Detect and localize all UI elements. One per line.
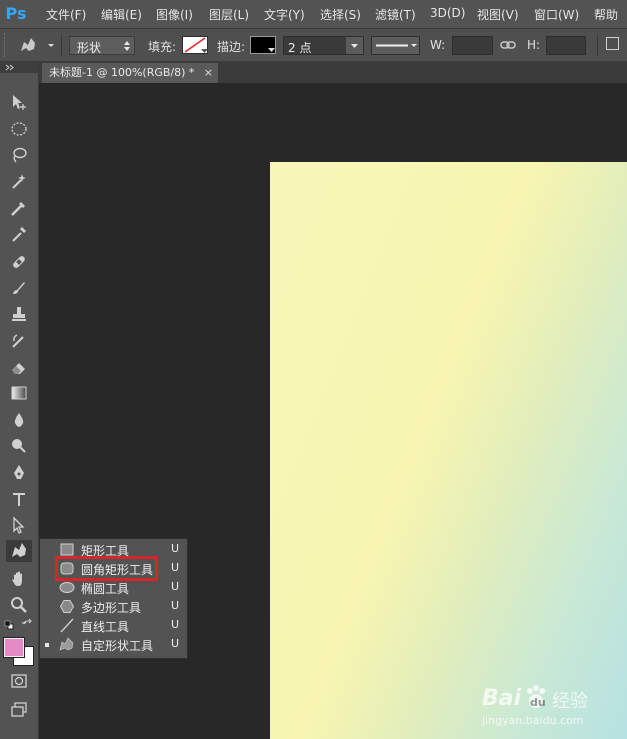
- healing-brush-tool-icon[interactable]: [6, 251, 32, 273]
- photoshop-logo: Ps: [5, 4, 27, 23]
- eraser-tool-icon[interactable]: [6, 356, 32, 378]
- flyout-item-label: 椭圆工具: [81, 582, 130, 596]
- custom-shape-icon: [21, 38, 54, 51]
- menu-image[interactable]: 图像(I): [156, 6, 193, 23]
- flyout-item-shortcut: U: [171, 599, 180, 612]
- menu-type[interactable]: 文字(Y): [264, 6, 305, 23]
- hand-tool-icon[interactable]: [6, 568, 32, 590]
- watermark-brand: Bai: [482, 686, 522, 711]
- menu-edit[interactable]: 编辑(E): [101, 6, 142, 23]
- watermark-paw-text: du: [530, 696, 546, 709]
- tools-panel: [0, 62, 39, 739]
- updown-arrows-icon: [124, 41, 130, 51]
- document-tab-bar: 未标题-1 @ 100%(RGB/8) * ×: [39, 62, 627, 83]
- divider: [61, 34, 62, 56]
- move-tool-icon[interactable]: [6, 91, 32, 113]
- flyout-item-shortcut: U: [171, 561, 180, 574]
- fill-swatch[interactable]: [182, 36, 208, 54]
- default-colors-icon[interactable]: [4, 619, 14, 630]
- path-selection-tool-icon[interactable]: [6, 514, 32, 536]
- polygon-icon: [59, 600, 75, 613]
- blur-tool-icon[interactable]: [6, 409, 32, 431]
- eyedropper-tool-icon[interactable]: [6, 223, 32, 245]
- path-operations-icon[interactable]: [606, 37, 619, 50]
- flyout-item-shortcut: U: [171, 637, 180, 650]
- menu-bar: Ps 文件(F) 编辑(E) 图像(I) 图层(L) 文字(Y) 选择(S) 滤…: [0, 0, 627, 29]
- gradient-tool-icon[interactable]: [6, 382, 32, 404]
- watermark-jingyan: 经验: [552, 691, 588, 712]
- options-bar: 形状 填充: 描边: 2 点 W: H:: [0, 29, 627, 62]
- stroke-line-icon: [376, 44, 417, 47]
- chevron-down-icon: [268, 48, 275, 52]
- width-label: W:: [430, 38, 446, 52]
- screen-mode-icon[interactable]: [6, 698, 32, 720]
- magic-wand-tool-icon[interactable]: [6, 170, 32, 192]
- menu-file[interactable]: 文件(F): [46, 6, 86, 23]
- document-tab-title: 未标题-1 @ 100%(RGB/8) *: [49, 66, 195, 79]
- chevron-down-icon: [351, 44, 358, 48]
- height-field[interactable]: [546, 36, 586, 55]
- quick-mask-icon[interactable]: [6, 670, 32, 692]
- document-tab[interactable]: 未标题-1 @ 100%(RGB/8) * ×: [42, 63, 218, 83]
- tools-panel-header[interactable]: [0, 62, 38, 73]
- stroke-width-value: 2 点: [288, 41, 312, 55]
- lasso-tool-icon[interactable]: [6, 144, 32, 166]
- height-label: H:: [527, 38, 541, 52]
- mode-select-value: 形状: [77, 41, 102, 55]
- flyout-item-custom-shape-tool[interactable]: 自定形状工具 U: [40, 635, 187, 654]
- history-brush-tool-icon[interactable]: [6, 330, 32, 352]
- options-grip[interactable]: [4, 33, 10, 57]
- flyout-item-shortcut: U: [171, 542, 180, 555]
- stroke-type-select[interactable]: [371, 36, 420, 55]
- custom-shape-tool-icon[interactable]: [6, 540, 32, 562]
- zoom-tool-icon[interactable]: [6, 594, 32, 616]
- ellipse-icon: [59, 582, 75, 593]
- marquee-tool-icon[interactable]: [6, 118, 32, 140]
- type-tool-icon[interactable]: [6, 488, 32, 510]
- stroke-width-field[interactable]: 2 点: [283, 36, 364, 55]
- selected-indicator: [45, 643, 49, 647]
- stroke-label: 描边:: [217, 40, 246, 54]
- watermark-url: jingyan.baidu.com: [482, 714, 584, 727]
- dodge-tool-icon[interactable]: [6, 435, 32, 457]
- brush-tool-icon[interactable]: [6, 277, 32, 299]
- flyout-item-label: 自定形状工具: [81, 639, 154, 653]
- link-icon[interactable]: [500, 38, 516, 52]
- menu-filter[interactable]: 滤镜(T): [375, 6, 416, 23]
- crop-tool-icon[interactable]: [6, 197, 32, 219]
- menu-3d[interactable]: 3D(D): [430, 6, 465, 20]
- mode-select[interactable]: 形状: [69, 36, 135, 55]
- flyout-item-label: 多边形工具: [81, 601, 142, 615]
- menu-view[interactable]: 视图(V): [477, 6, 519, 23]
- chevron-down-icon: [201, 49, 208, 53]
- clone-stamp-tool-icon[interactable]: [6, 303, 32, 325]
- menu-select[interactable]: 选择(S): [320, 6, 361, 23]
- stroke-width-dropdown[interactable]: [346, 37, 363, 54]
- collapse-arrows-icon: [5, 64, 14, 71]
- flyout-item-label: 直线工具: [81, 620, 130, 634]
- menu-help[interactable]: 帮助: [594, 6, 618, 23]
- pen-tool-icon[interactable]: [6, 462, 32, 484]
- tool-preset-picker[interactable]: [18, 35, 58, 55]
- document-canvas[interactable]: [270, 162, 627, 739]
- close-icon[interactable]: ×: [204, 63, 213, 83]
- flyout-item-shortcut: U: [171, 618, 180, 631]
- baidu-jingyan-watermark: Bai du 经验 jingyan.baidu.com: [482, 684, 622, 734]
- swap-colors-icon[interactable]: [21, 618, 34, 631]
- fill-label: 填充:: [148, 40, 177, 54]
- line-icon: [60, 618, 74, 633]
- foreground-color-swatch[interactable]: [3, 637, 25, 658]
- divider: [597, 34, 598, 56]
- menu-layer[interactable]: 图层(L): [209, 6, 249, 23]
- flyout-item-line-tool[interactable]: 直线工具 U: [40, 616, 187, 635]
- rectangle-icon: [60, 543, 74, 556]
- stroke-swatch[interactable]: [250, 36, 276, 54]
- width-field[interactable]: [452, 36, 493, 55]
- custom-shape-icon: [59, 637, 74, 651]
- flyout-item-polygon-tool[interactable]: 多边形工具 U: [40, 597, 187, 616]
- flyout-item-shortcut: U: [171, 580, 180, 593]
- menu-window[interactable]: 窗口(W): [534, 6, 579, 23]
- annotation-highlight-box: [55, 556, 158, 581]
- chevron-down-icon: [48, 44, 54, 47]
